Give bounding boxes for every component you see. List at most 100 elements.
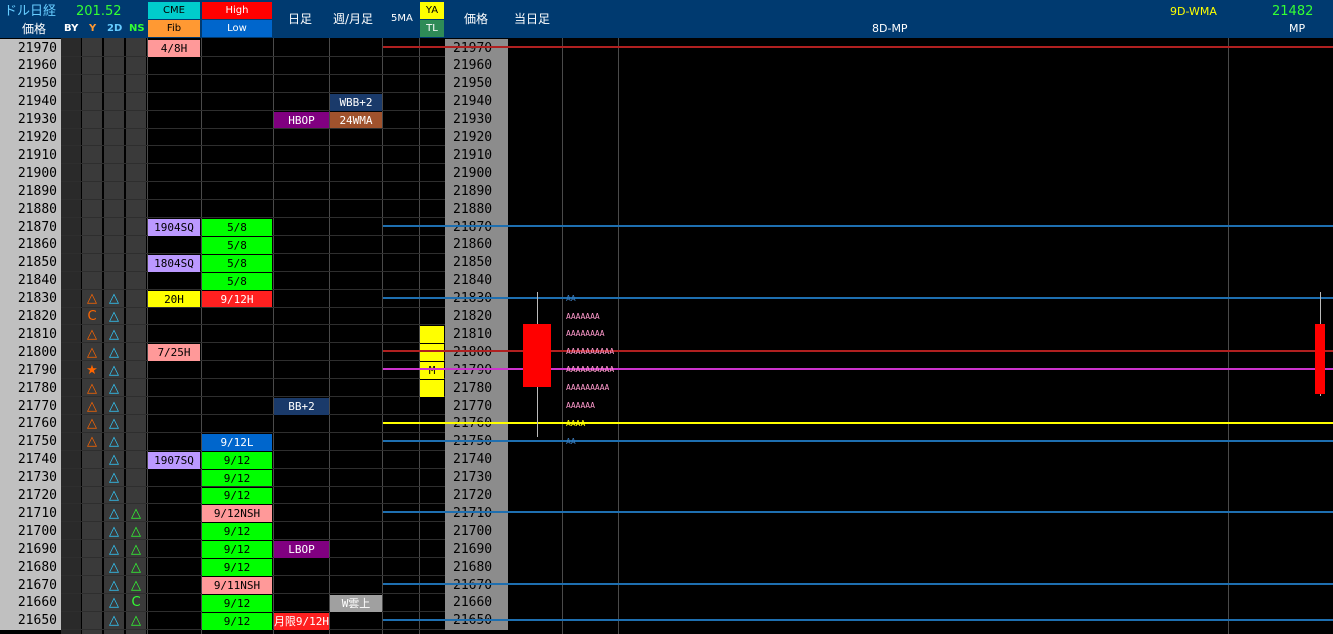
- price-label: 21820: [0, 307, 61, 326]
- market-profile-row: AAAAAAA: [566, 311, 600, 321]
- high-low-cell: 5/8: [202, 254, 272, 272]
- y-marker-icon: △: [87, 434, 97, 450]
- market-profile-row: AA: [566, 436, 576, 446]
- price-label-2: 21940: [445, 92, 508, 111]
- price-label: 21920: [0, 128, 61, 147]
- 9d-wma-header: 9D-WMA: [1170, 5, 1217, 18]
- price-label: 21800: [0, 343, 61, 362]
- y-marker-icon: △: [87, 398, 97, 414]
- wma-value: 21482: [1272, 4, 1314, 19]
- level-line: [383, 421, 1333, 424]
- price-label-2: 21750: [445, 432, 508, 451]
- low-header: Low: [202, 20, 272, 37]
- high-low-cell: 5/8: [202, 219, 272, 236]
- triangle-up-icon: △: [109, 416, 119, 432]
- price-label-2: 21840: [445, 271, 508, 290]
- level-line: [383, 296, 1333, 299]
- row-divider: [61, 145, 445, 147]
- triangle-up-icon: △: [109, 470, 119, 486]
- weekly-monthly-column-header: 週/月足: [333, 12, 374, 26]
- ya-header: YA: [420, 2, 444, 19]
- y-marker-icon: C: [87, 309, 97, 324]
- row-divider: [61, 163, 445, 165]
- high-low-cell: 9/12: [202, 594, 272, 612]
- price-label-2: 21930: [445, 110, 508, 129]
- cme-fib-cell: 1904SQ: [148, 219, 200, 236]
- price-label-2: 21760: [445, 414, 508, 433]
- high-low-cell: 9/12: [202, 487, 272, 505]
- price-label: 21960: [0, 56, 61, 75]
- market-profile-row: AAAA: [566, 418, 586, 428]
- high-low-cell: 9/12: [202, 612, 272, 630]
- price-label: 21810: [0, 325, 61, 344]
- price-label: 21740: [0, 450, 61, 469]
- price-label-2: 21920: [445, 128, 508, 147]
- price-label: 21860: [0, 235, 61, 254]
- high-header: High: [202, 2, 272, 19]
- price-label: 21730: [0, 468, 61, 487]
- price-label-2: 21780: [445, 379, 508, 398]
- tl-header: TL: [420, 20, 444, 37]
- ya-header-label: YA: [425, 5, 439, 16]
- ya-cell: [420, 326, 444, 344]
- price-column-header: 価格: [22, 22, 47, 36]
- daily-cell: HBOP: [274, 111, 329, 129]
- price-label: 21710: [0, 504, 61, 523]
- row-divider: [61, 109, 445, 111]
- cme-fib-cell: 1907SQ: [148, 451, 200, 469]
- price-label-2: 21800: [445, 343, 508, 362]
- high-low-cell: 9/12: [202, 469, 272, 487]
- high-low-cell: 9/12H: [202, 290, 272, 308]
- by-column-header: BY: [64, 23, 79, 34]
- price-label-2: 21790: [445, 361, 508, 380]
- price-label-2: 21770: [445, 397, 508, 415]
- price-label: 21670: [0, 576, 61, 594]
- grid-line: [562, 38, 563, 634]
- ya-cell: M: [420, 362, 444, 380]
- triangle-up-icon: △: [109, 505, 119, 521]
- market-profile-row: AA: [566, 293, 576, 303]
- triangle-up-icon: △: [109, 434, 119, 450]
- triangle-up-icon: △: [109, 309, 119, 324]
- price-label-2: 21970: [445, 39, 508, 57]
- price-label-2: 21880: [445, 200, 508, 219]
- price-label-2: 21670: [445, 576, 508, 594]
- row-divider: [61, 127, 445, 129]
- price-label-2: 21710: [445, 504, 508, 523]
- fib-header: Fib: [148, 20, 200, 37]
- market-profile-row: AAAAAAAAAA: [566, 347, 615, 357]
- daily-cell: LBOP: [274, 541, 329, 559]
- ya-cell: [420, 344, 444, 362]
- triangle-up-icon: △: [109, 380, 119, 396]
- today-bar-header: 当日足: [514, 12, 551, 26]
- row-divider: [61, 73, 445, 75]
- tl-header-label: TL: [426, 23, 438, 34]
- price-label: 21900: [0, 164, 61, 183]
- high-low-cell: 9/12: [202, 451, 272, 469]
- price-label-2: 21950: [445, 74, 508, 93]
- market-profile-row: AAAAAAAA: [566, 329, 605, 339]
- high-low-cell: 9/12NSH: [202, 505, 272, 523]
- y-marker-icon: △: [87, 326, 97, 342]
- market-profile-row: AAAAAAAAAA: [566, 365, 615, 375]
- high-low-cell: 9/12: [202, 559, 272, 576]
- ns-marker-icon: △: [131, 541, 141, 557]
- triangle-up-icon: △: [109, 595, 119, 611]
- triangle-up-icon: △: [109, 291, 119, 307]
- weekly-cell: 24WMA: [330, 111, 382, 129]
- price-label: 21700: [0, 522, 61, 541]
- high-low-cell: 9/12L: [202, 433, 272, 451]
- price-label: 21750: [0, 432, 61, 451]
- price-label-2: 21720: [445, 486, 508, 505]
- usd-price: 201.52: [76, 4, 122, 19]
- y-marker-icon: △: [87, 416, 97, 432]
- cme-fib-cell: 1804SQ: [148, 254, 200, 272]
- triangle-up-icon: △: [109, 488, 119, 503]
- ns-marker-icon: C: [131, 595, 141, 611]
- triangle-up-icon: △: [109, 559, 119, 575]
- triangle-up-icon: △: [109, 577, 119, 593]
- y-marker-icon: △: [87, 344, 97, 360]
- grid-line: [1228, 38, 1229, 634]
- price-label: 21940: [0, 92, 61, 111]
- price-label: 21720: [0, 486, 61, 505]
